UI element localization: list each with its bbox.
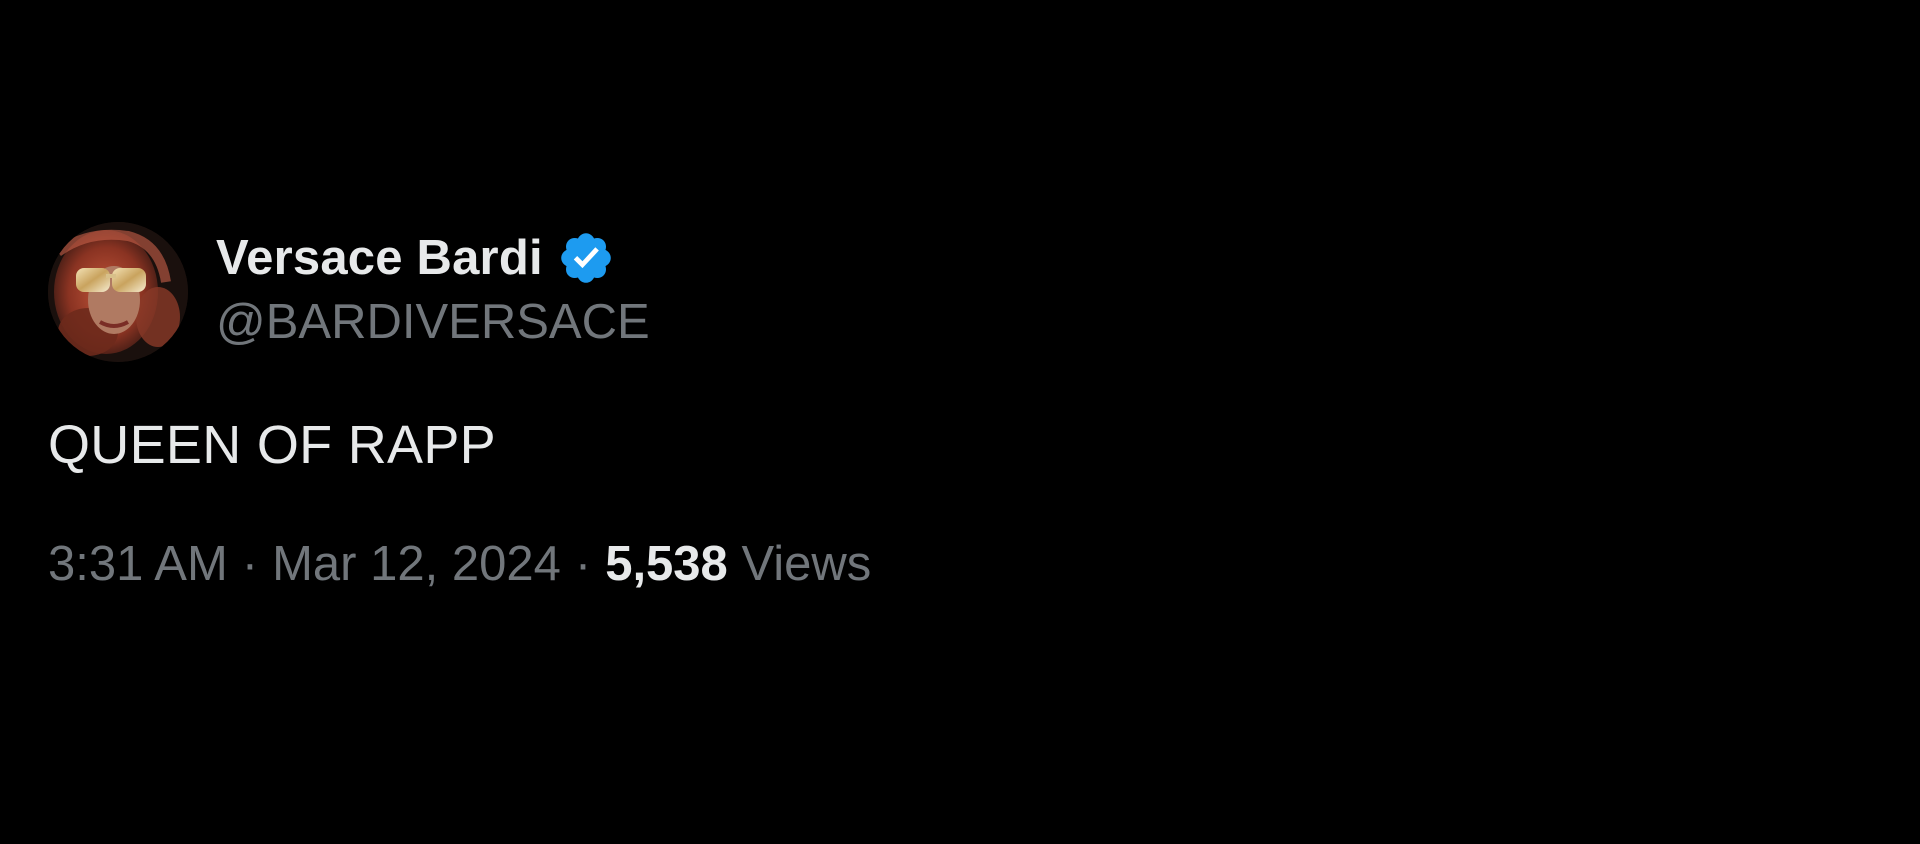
tweet-meta: 3:31 AM · Mar 12, 2024 · 5,538 Views xyxy=(48,540,1848,589)
handle[interactable]: @BARDIVERSACE xyxy=(216,298,650,347)
meta-separator: · xyxy=(574,537,592,591)
tweet-text: QUEEN OF RAPP xyxy=(48,415,496,475)
verified-badge-icon[interactable] xyxy=(557,229,615,287)
views-label[interactable]: Views xyxy=(741,537,871,591)
meta-separator: · xyxy=(241,537,259,591)
author-info: Versace Bardi @BARDIVERSACE xyxy=(216,222,650,347)
tweet-date[interactable]: Mar 12, 2024 xyxy=(272,537,561,591)
name-row: Versace Bardi xyxy=(216,226,650,290)
views-count[interactable]: 5,538 xyxy=(605,537,728,591)
avatar[interactable] xyxy=(48,222,188,362)
avatar-image xyxy=(48,222,188,362)
tweet: Versace Bardi @BARDIVERSACE QUEEN OF RAP… xyxy=(48,222,1848,589)
tweet-header: Versace Bardi @BARDIVERSACE xyxy=(48,222,1848,362)
tweet-time[interactable]: 3:31 AM xyxy=(48,537,228,591)
display-name[interactable]: Versace Bardi xyxy=(216,233,543,283)
